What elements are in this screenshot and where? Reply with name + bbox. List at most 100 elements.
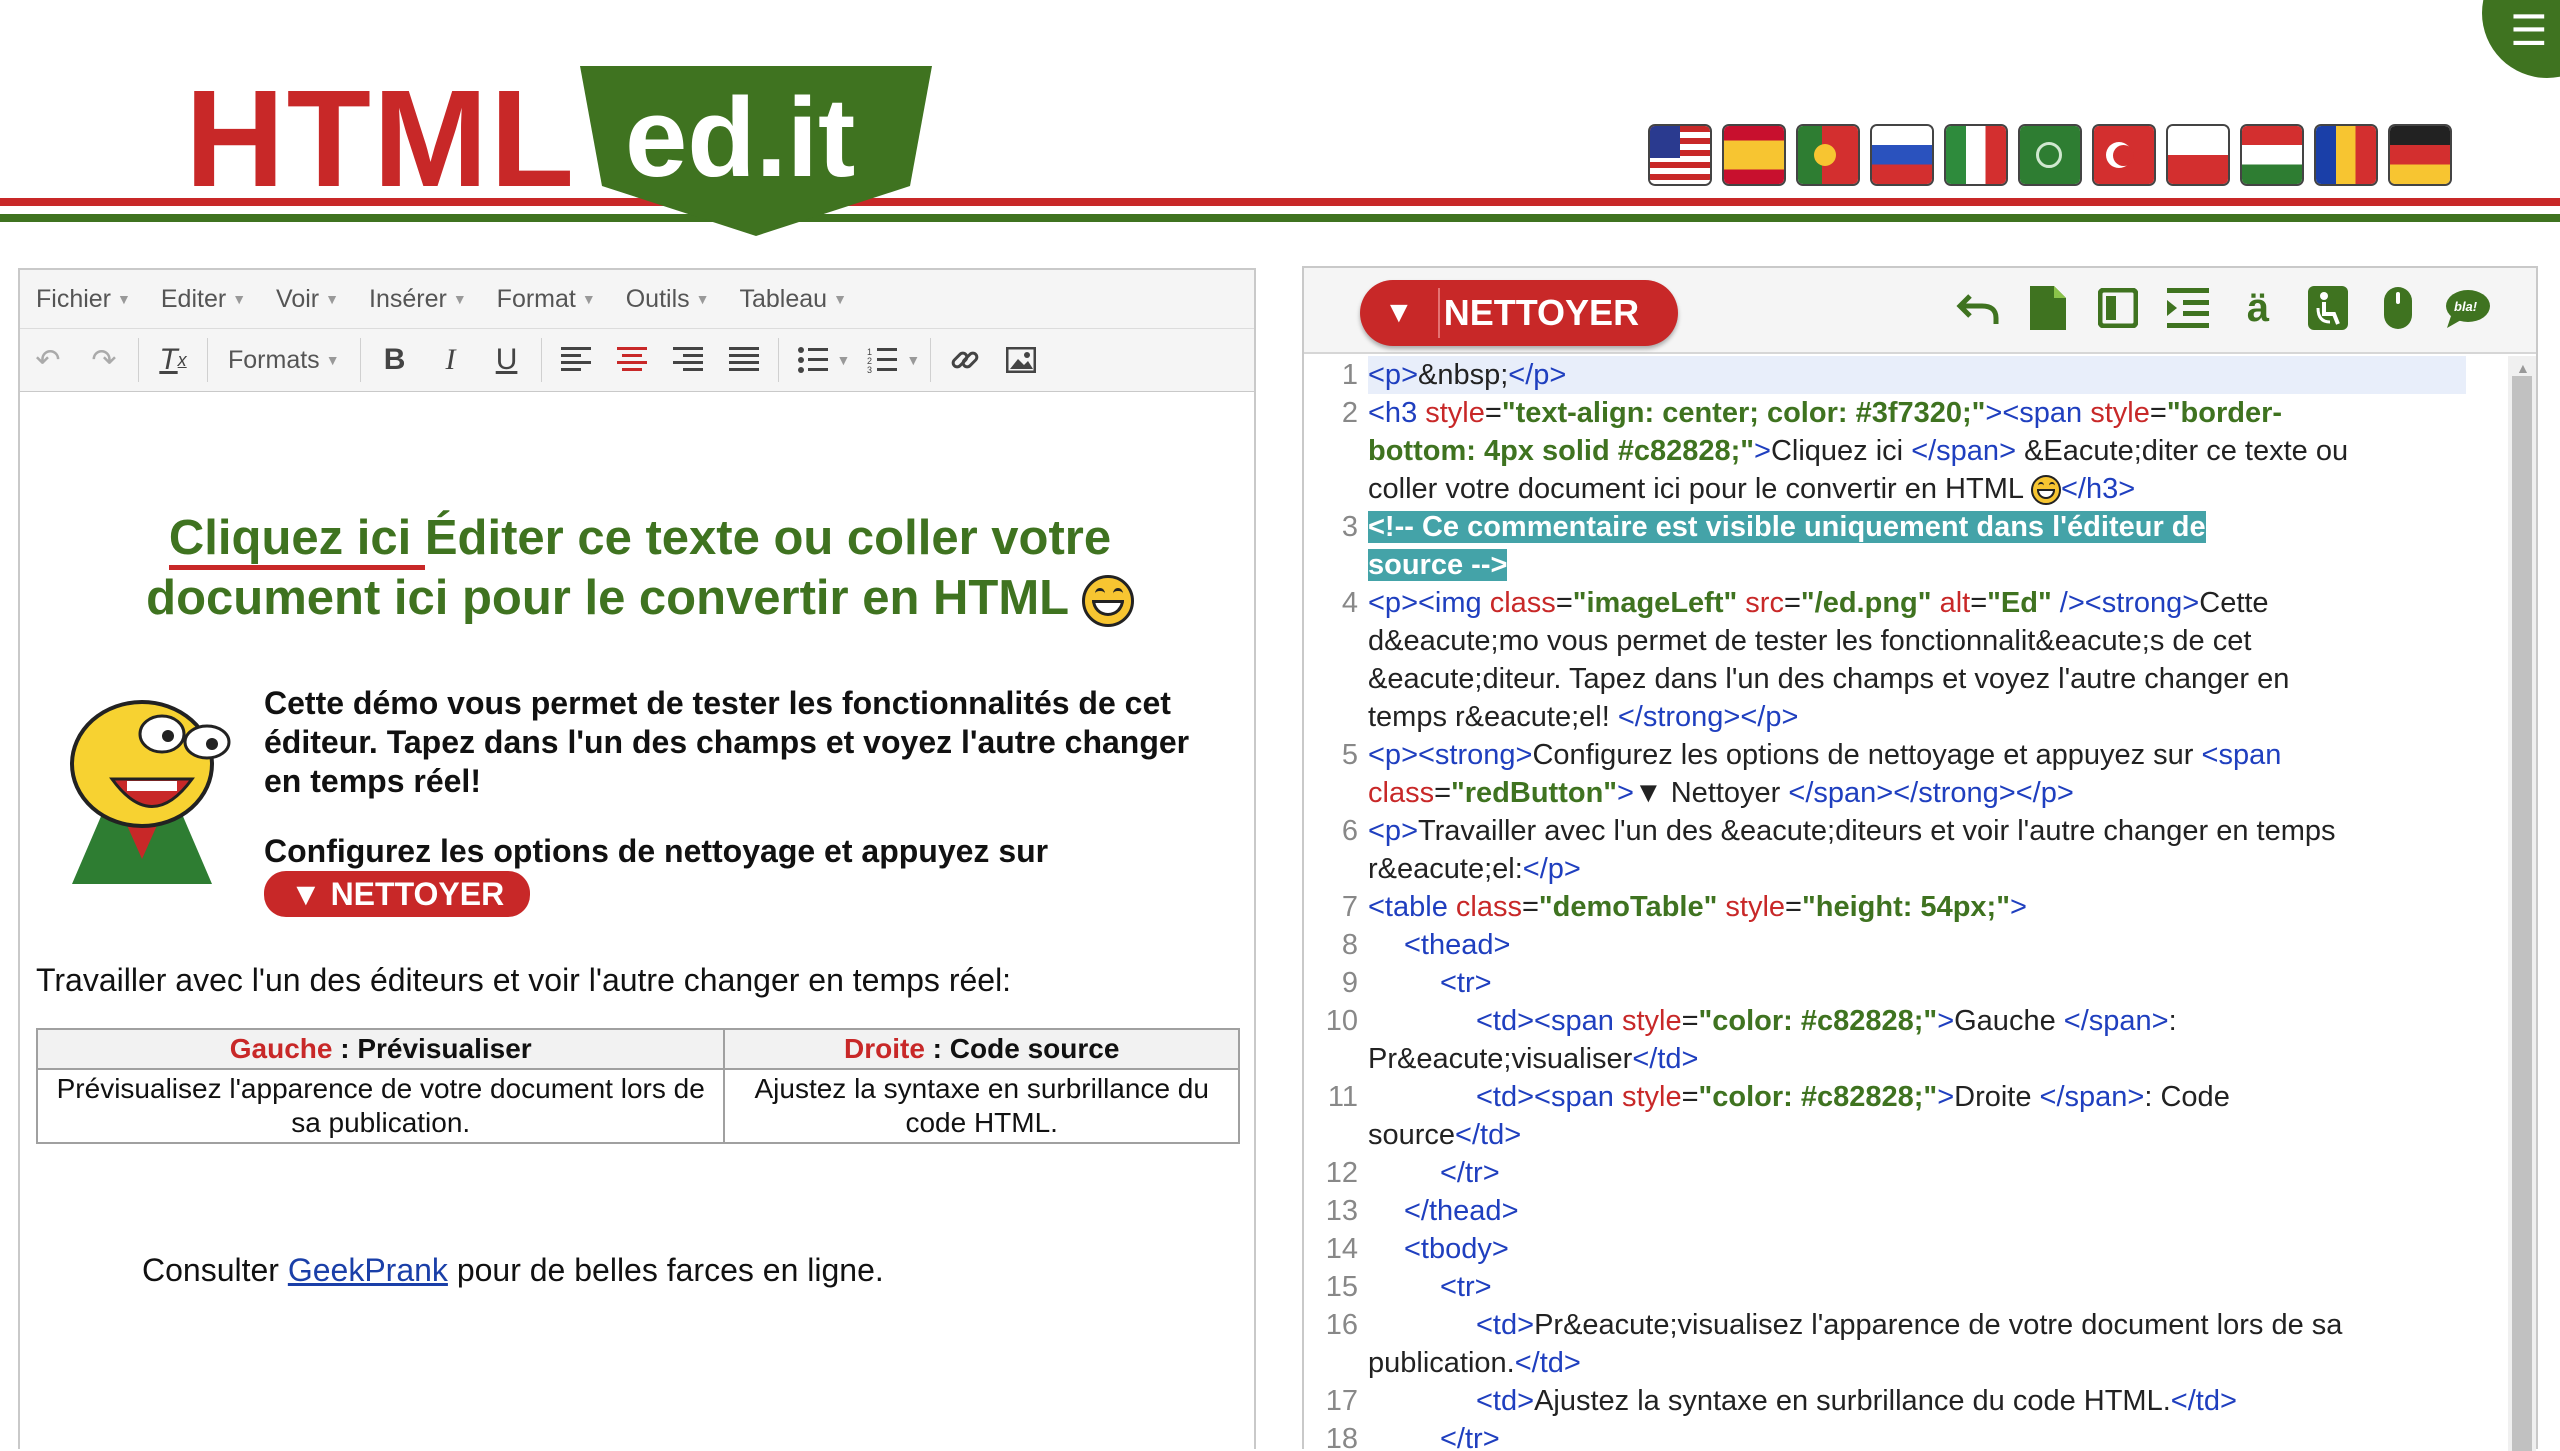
caret-down-icon[interactable]: ▼ (837, 352, 851, 368)
menu-inserer[interactable]: Insérer ▼ (369, 285, 467, 314)
menu-fichier[interactable]: Fichier ▼ (36, 285, 131, 314)
menu-icon[interactable]: ☰ (2510, 10, 2548, 52)
source-editor: ▼ NETTOYER ä bla! 1 <p>&nbsp;</p> 2 <h3 … (1302, 266, 2538, 1451)
code-text: &Eacute;diter ce texte ou (2016, 435, 2349, 467)
accessibility-icon[interactable] (2304, 282, 2352, 334)
paragraph-text: pour de belles farces en ligne. (447, 1252, 884, 1288)
caret-down-icon[interactable]: ▼ (906, 352, 920, 368)
toolbar-divider (138, 338, 139, 382)
scroll-up-icon[interactable]: ▲ (2516, 360, 2530, 376)
character-icon[interactable]: ä (2234, 282, 2282, 334)
code-text: Cette (2199, 587, 2269, 619)
code-attr: src (1745, 587, 1784, 619)
code-tag: </td> (2170, 1385, 2237, 1417)
flag-hu-icon[interactable] (2240, 124, 2304, 186)
demo-paragraph: Cette démo vous permet de tester les fon… (264, 685, 1190, 799)
nettoyer-button[interactable]: ▼ NETTOYER (1360, 280, 1678, 346)
menu-editer[interactable]: Editer ▼ (161, 285, 246, 314)
menu-format[interactable]: Format ▼ (497, 285, 596, 314)
flag-de-icon[interactable] (2388, 124, 2452, 186)
code-text: &nbsp; (1418, 359, 1509, 391)
scrollbar-thumb[interactable] (2512, 376, 2532, 1451)
bullet-list-icon[interactable] (791, 338, 835, 382)
code-comment: source --> (1368, 549, 1508, 581)
caret-down-icon: ▼ (325, 291, 339, 307)
chat-bubble-icon[interactable]: bla! (2444, 282, 2492, 334)
logo-edit-text[interactable]: ed.it (625, 82, 855, 194)
new-document-icon[interactable] (2024, 282, 2072, 334)
numbered-list-icon[interactable]: 123 (860, 338, 904, 382)
line-number: 10 (1325, 1005, 1358, 1037)
code-content: <thead> (1368, 926, 2502, 964)
code-tag: <table (1368, 891, 1456, 923)
menu-tableau[interactable]: Tableau ▼ (739, 285, 846, 314)
align-left-icon[interactable] (554, 338, 598, 382)
code-tag: <p> (1368, 815, 1418, 847)
redo-icon[interactable]: ↷ (82, 338, 126, 382)
toolbar-divider (930, 338, 932, 382)
undo-icon[interactable]: ↶ (26, 338, 70, 382)
line-number: 7 (1341, 891, 1358, 923)
underline-button[interactable]: U (485, 338, 529, 382)
menu-voir[interactable]: Voir ▼ (276, 285, 339, 314)
line-number: 9 (1341, 967, 1358, 999)
config-text: Configurez les options de nettoyage et a… (264, 833, 1049, 869)
clear-formatting-icon[interactable]: Tx (151, 338, 195, 382)
caret-down-icon: ▼ (581, 291, 596, 307)
geekprank-link[interactable]: GeekPrank (288, 1252, 448, 1288)
flag-us-icon[interactable] (1648, 124, 1712, 186)
align-center-icon[interactable] (610, 338, 654, 382)
code-text: = (1434, 777, 1452, 809)
wysiwyg-editor: Fichier ▼ Editer ▼ Voir ▼ Insérer ▼ Format ▼ … (18, 268, 1256, 1449)
document-heading[interactable]: Cliquez ici Éditer ce texte ou coller vo… (60, 508, 1220, 628)
indent-icon[interactable] (2164, 282, 2212, 334)
flag-ro-icon[interactable] (2314, 124, 2378, 186)
heading-underlined-text: Cliquez ici (168, 511, 425, 570)
code-text: Pr&eacute;visualiser (1368, 1043, 1633, 1075)
table-header-cell: Gauche : Prévisualiser (35, 1028, 726, 1070)
code-text: &eacute;diteur. Tapez dans l'un des cham… (1368, 663, 2290, 695)
code-text: ▼ Nettoyer (1633, 777, 1789, 809)
caret-down-icon: ▼ (833, 291, 847, 307)
code-content: <!-- Ce commentaire est visible uniqueme… (1368, 508, 2466, 584)
line-number: 3 (1341, 511, 1358, 543)
code-text: = (1521, 891, 1539, 923)
flag-pl-icon[interactable] (2166, 124, 2230, 186)
header-red-text: Droite (844, 1033, 925, 1064)
code-value: bottom: 4px solid #c82828;" (1368, 435, 1755, 467)
flag-ru-icon[interactable] (1870, 124, 1934, 186)
caret-down-icon: ▼ (232, 291, 247, 307)
flag-ar-icon[interactable] (2018, 124, 2082, 186)
align-right-icon[interactable] (666, 338, 710, 382)
code-text: = (1681, 1081, 1699, 1113)
editor-menubar: Fichier ▼ Editer ▼ Voir ▼ Insérer ▼ Format ▼ … (20, 270, 1254, 329)
code-content: <td>Pr&eacute;visualisez l'apparence de … (1368, 1306, 2466, 1382)
italic-button[interactable]: I (429, 338, 473, 382)
code-tag: > (1617, 777, 1634, 809)
formats-dropdown[interactable]: Formats ▼ (228, 346, 340, 375)
editor-document[interactable]: Cliquez ici Éditer ce texte ou coller vo… (20, 392, 1254, 1451)
menu-outils[interactable]: Outils ▼ (626, 285, 710, 314)
code-tag: </td> (1455, 1119, 1522, 1151)
flag-it-icon[interactable] (1944, 124, 2008, 186)
flag-tr-icon[interactable] (2092, 124, 2156, 186)
logo-html-text[interactable]: HTML (185, 70, 576, 208)
menu-label: Format (496, 284, 576, 313)
image-icon[interactable] (999, 338, 1043, 382)
align-justify-icon[interactable] (722, 338, 766, 382)
link-icon[interactable] (943, 338, 987, 382)
undo-icon[interactable] (1954, 282, 2002, 334)
code-content: <td><span style="color: #c82828;">Droite… (1368, 1078, 2466, 1154)
flag-pt-icon[interactable] (1796, 124, 1860, 186)
flag-es-icon[interactable] (1722, 124, 1786, 186)
bold-button[interactable]: B (373, 338, 417, 382)
ed-character-image[interactable] (42, 684, 242, 884)
code-tag: <p> (1368, 359, 1418, 391)
mouse-icon[interactable] (2374, 282, 2422, 334)
code-scrollbar[interactable]: ▲ (2508, 356, 2536, 1451)
layout-icon[interactable] (2094, 282, 2142, 334)
code-text: Gauche (1954, 1005, 2064, 1037)
code-area[interactable]: 1 <p>&nbsp;</p> 2 <h3 style="text-align:… (1304, 356, 2504, 1451)
grinning-emoji-icon (1081, 575, 1134, 628)
